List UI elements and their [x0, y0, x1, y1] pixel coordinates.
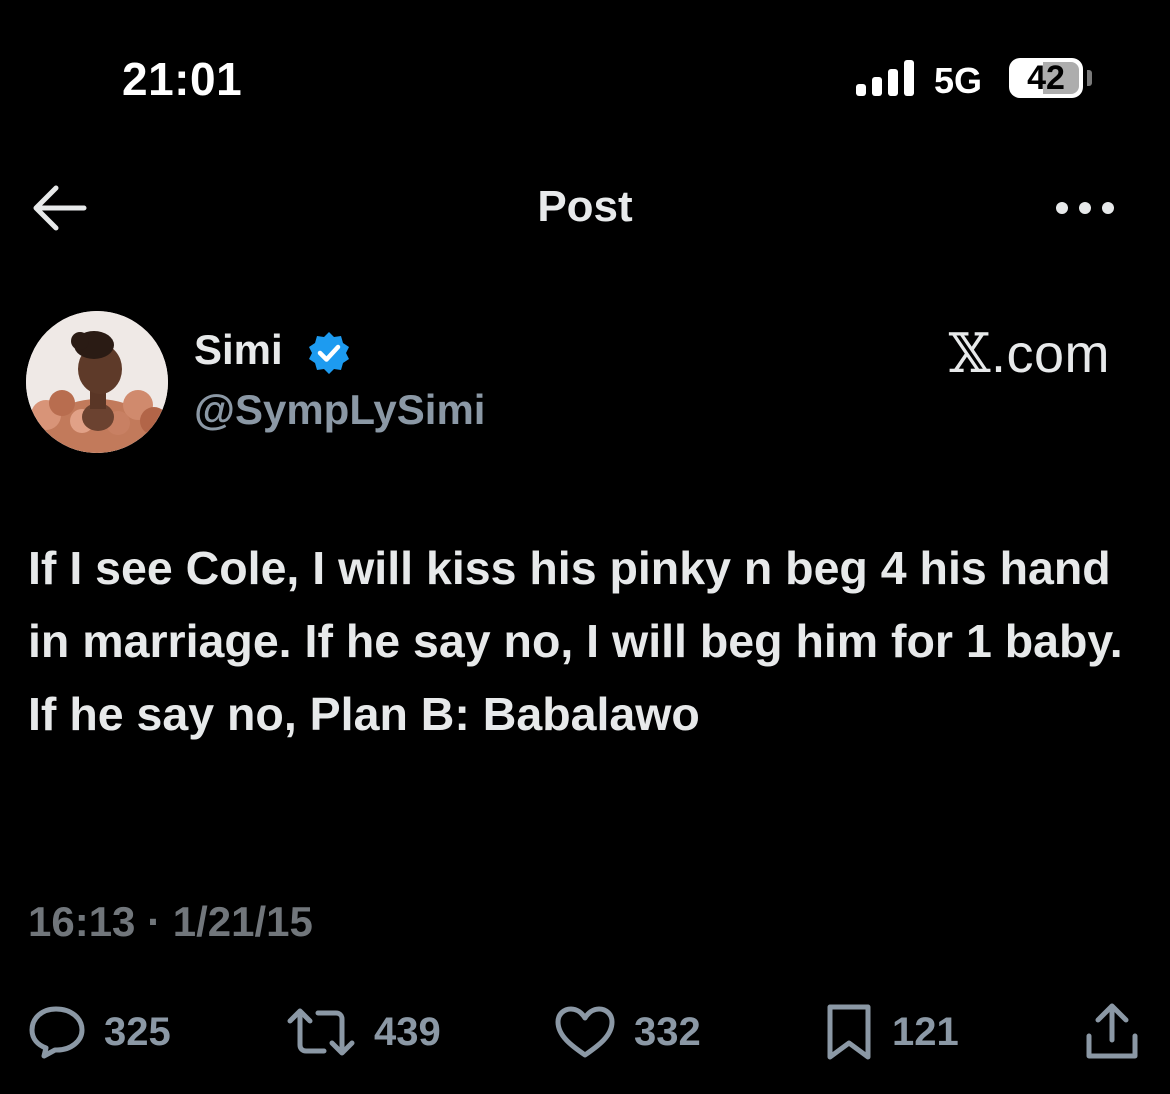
more-horizontal-icon[interactable]: [1052, 188, 1118, 228]
battery-tip: [1087, 70, 1092, 86]
avatar[interactable]: [26, 311, 168, 453]
author-name[interactable]: Simi: [194, 326, 283, 374]
status-time: 21:01: [122, 53, 243, 105]
verified-badge-icon: [309, 332, 349, 374]
author-handle[interactable]: @SympLySimi: [194, 386, 485, 434]
post-header: Post: [0, 160, 1170, 260]
like-button[interactable]: 332: [554, 1002, 701, 1062]
page-title: Post: [537, 182, 633, 231]
network-type: 5G: [934, 60, 983, 101]
share-icon: [1086, 1003, 1138, 1059]
heart-icon: [555, 1006, 615, 1058]
action-bar: 325 439 332 121: [0, 996, 1170, 1076]
status-bar: 21:01 5G 42: [0, 0, 1170, 150]
tweet-text: If I see Cole, I will kiss his pinky n b…: [28, 542, 1123, 740]
battery-icon: 42: [1009, 58, 1083, 98]
x-logo-icon: 𝕏: [948, 322, 991, 385]
source-watermark: 𝕏.com: [949, 322, 1110, 385]
cellular-signal-icon: [856, 60, 914, 96]
bookmark-count: 121: [892, 1009, 959, 1054]
bookmark-icon: [827, 1004, 871, 1060]
repost-button[interactable]: 439: [286, 1002, 441, 1062]
reply-icon: [29, 1006, 85, 1059]
battery-level: 42: [1027, 59, 1065, 97]
repost-icon: [287, 1008, 355, 1056]
source-suffix: .com: [990, 324, 1110, 384]
reply-button[interactable]: 325: [28, 1002, 171, 1062]
repost-count: 439: [374, 1009, 441, 1054]
like-count: 332: [634, 1009, 701, 1054]
tweet-timestamp[interactable]: 16:13 · 1/21/15: [28, 898, 313, 946]
reply-count: 325: [104, 1009, 171, 1054]
bookmark-button[interactable]: 121: [824, 1002, 959, 1062]
share-button[interactable]: [1084, 1002, 1140, 1062]
